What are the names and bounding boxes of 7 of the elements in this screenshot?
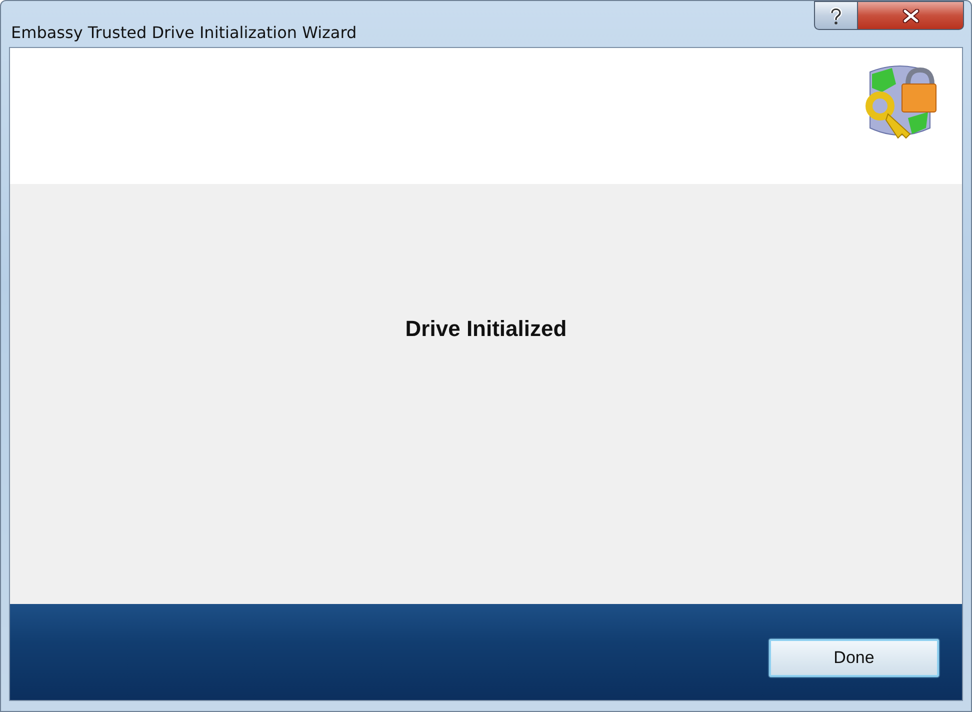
done-button[interactable]: Done (768, 638, 940, 678)
status-message: Drive Initialized (405, 316, 567, 343)
help-button[interactable] (814, 1, 858, 30)
close-button[interactable] (858, 1, 964, 30)
window-title: Embassy Trusted Drive Initialization Wizard (11, 23, 357, 42)
close-icon (902, 8, 920, 22)
help-icon (828, 6, 844, 24)
